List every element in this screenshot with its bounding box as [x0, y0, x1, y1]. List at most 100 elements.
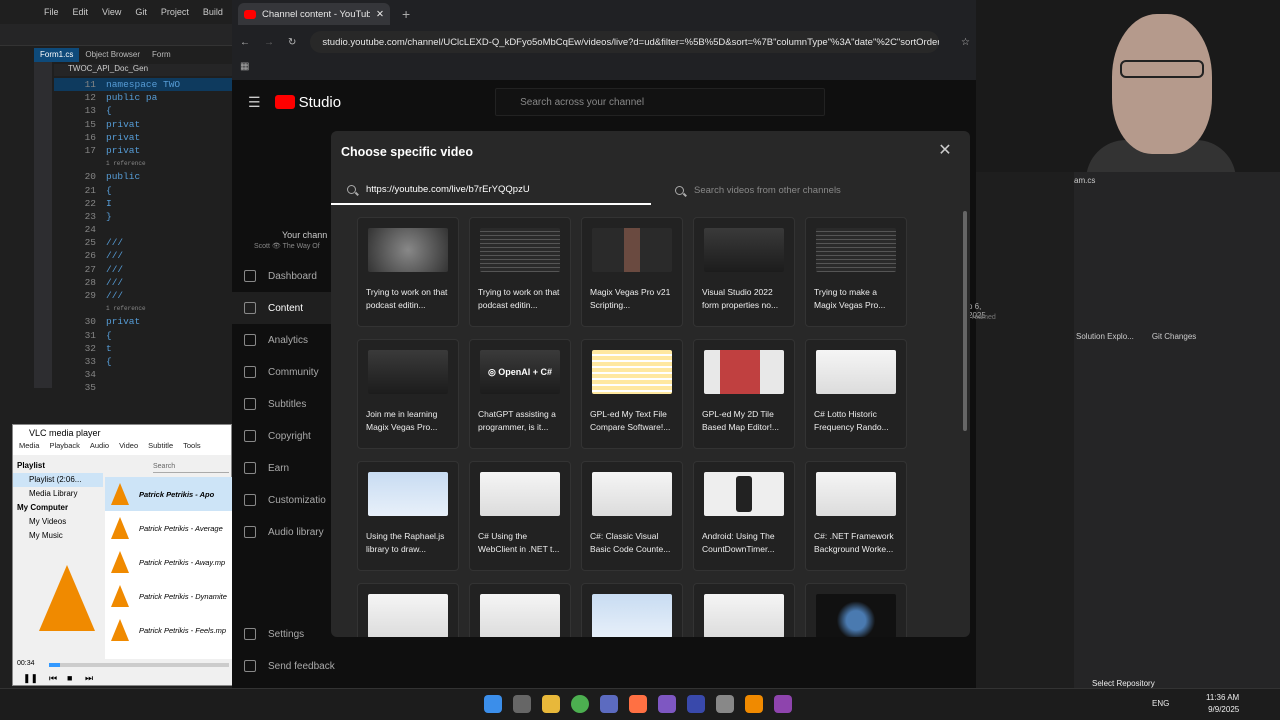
- vlc-track[interactable]: Patrick Petrikis - Average: [105, 511, 233, 545]
- vlc-track[interactable]: Patrick Petrikis - Away.mp: [105, 545, 233, 579]
- vegas-icon[interactable]: [658, 695, 676, 713]
- vlc-icon[interactable]: [745, 695, 763, 713]
- code-line[interactable]: 12 public pa: [54, 91, 232, 104]
- vlc-playlist[interactable]: Patrick Petrikis - Apo Patrick Petrikis -…: [105, 477, 233, 677]
- apps-grid-icon[interactable]: ▦: [240, 61, 249, 72]
- close-icon[interactable]: ✕: [937, 143, 953, 159]
- play-pause-icon[interactable]: ❚❚: [23, 673, 38, 684]
- video-card[interactable]: Android: Using The CountDownTimer...: [693, 461, 795, 571]
- studio-logo[interactable]: Studio: [274, 94, 341, 111]
- tab-object-browser[interactable]: Object Browser: [79, 48, 146, 62]
- vlc-track[interactable]: Patrick Petrikis - Feels.mp: [105, 613, 233, 647]
- chrome-icon[interactable]: [571, 695, 589, 713]
- code-line[interactable]: 21 {: [54, 184, 232, 197]
- video-card[interactable]: GPL-ed My Text File Compare Software!...: [581, 339, 683, 449]
- windows-start-icon[interactable]: [484, 695, 502, 713]
- video-card[interactable]: Trying to work on that podcast editin...: [469, 217, 571, 327]
- code-line[interactable]: 1 reference: [54, 157, 232, 170]
- code-line[interactable]: 16 privat: [54, 131, 232, 144]
- code-line[interactable]: 11 namespace TWO: [54, 78, 232, 92]
- vlc-my-music[interactable]: My Music: [13, 529, 103, 543]
- vs-menu-item[interactable]: Git: [135, 7, 147, 17]
- code-line[interactable]: 33 {: [54, 355, 232, 368]
- vlc-track[interactable]: Patrick Petrikis - Apo: [105, 477, 233, 511]
- vs-file-tab[interactable]: am.cs: [1074, 176, 1095, 185]
- video-card[interactable]: ◎ OpenAI + C# ChatGPT assisting a program…: [469, 339, 571, 449]
- video-card[interactable]: Magix Vegas Pro v21 Scripting...: [581, 217, 683, 327]
- forward-icon[interactable]: →: [264, 37, 274, 48]
- address-bar[interactable]: studio.youtube.com/channel/UClcLEXD-Q_kD…: [310, 31, 940, 53]
- tab-form[interactable]: Form: [146, 48, 177, 62]
- video-card[interactable]: [357, 583, 459, 637]
- nav-settings[interactable]: Settings: [232, 618, 342, 650]
- other-channels-search-field[interactable]: Search videos from other channels: [661, 175, 970, 205]
- chrome-tab-active[interactable]: Channel content - YouTube Stu ✕: [238, 3, 390, 25]
- studio-search-input[interactable]: Search across your channel: [495, 88, 826, 116]
- code-line[interactable]: 32 t: [54, 342, 232, 355]
- nav-send-feedback[interactable]: Send feedback: [232, 650, 342, 682]
- vs-menu-item[interactable]: Build: [203, 7, 223, 17]
- video-card[interactable]: Trying to work on that podcast editin...: [357, 217, 459, 327]
- previous-icon[interactable]: ⏮: [49, 673, 57, 684]
- code-line[interactable]: 35: [54, 381, 232, 394]
- video-card[interactable]: C#: .NET Framework Background Worke...: [805, 461, 907, 571]
- back-icon[interactable]: ←: [240, 37, 250, 48]
- nav-item[interactable]: Audio library: [232, 516, 342, 548]
- code-line[interactable]: 34: [54, 368, 232, 381]
- video-card[interactable]: GPL-ed My 2D Tile Based Map Editor!...: [693, 339, 795, 449]
- video-card[interactable]: C# Lotto Historic Frequency Rando...: [805, 339, 907, 449]
- vlc-menu-playback[interactable]: Playback: [49, 441, 79, 455]
- video-card[interactable]: Using the Raphael.js library to draw...: [357, 461, 459, 571]
- code-line[interactable]: 17 privat: [54, 144, 232, 157]
- code-line[interactable]: 26 ///: [54, 249, 232, 262]
- code-line[interactable]: 20 public: [54, 170, 232, 183]
- next-icon[interactable]: ⏭: [85, 673, 93, 684]
- code-line[interactable]: 15 privat: [54, 118, 232, 131]
- tab-git-changes[interactable]: Git Changes: [1152, 332, 1196, 346]
- video-card[interactable]: [693, 583, 795, 637]
- code-line[interactable]: 13 {: [54, 104, 232, 117]
- video-card[interactable]: Join me in learning Magix Vegas Pro...: [357, 339, 459, 449]
- vs-menu-item[interactable]: View: [102, 7, 121, 17]
- vlc-search-input[interactable]: Search: [153, 463, 229, 473]
- nav-item[interactable]: Community: [232, 356, 342, 388]
- vs-menu-item[interactable]: Project: [161, 7, 189, 17]
- vlc-menu-video[interactable]: Video: [119, 441, 138, 455]
- vegas-pro-icon[interactable]: [687, 695, 705, 713]
- app-icon[interactable]: [716, 695, 734, 713]
- vlc-menu-media[interactable]: Media: [19, 441, 39, 455]
- nav-item[interactable]: Earn: [232, 452, 342, 484]
- vs-menu-item[interactable]: Edit: [73, 7, 89, 17]
- reload-icon[interactable]: ↻: [288, 37, 296, 48]
- video-card[interactable]: [581, 583, 683, 637]
- vlc-track[interactable]: Patrick Petrikis - Dynamite: [105, 579, 233, 613]
- vlc-playlist-item[interactable]: Playlist (2:06...: [13, 473, 103, 487]
- code-editor[interactable]: 11 namespace TWO 12 public pa 13 {15 privat…: [54, 78, 232, 416]
- nav-item[interactable]: Copyright: [232, 420, 342, 452]
- code-line[interactable]: 29 ///: [54, 289, 232, 302]
- new-tab-icon[interactable]: +: [402, 6, 410, 22]
- nav-item[interactable]: Content: [232, 292, 342, 324]
- vlc-my-videos[interactable]: My Videos: [13, 515, 103, 529]
- code-line[interactable]: 28 ///: [54, 276, 232, 289]
- close-tab-icon[interactable]: ✕: [376, 9, 384, 20]
- hamburger-icon[interactable]: ☰: [248, 94, 261, 111]
- code-line[interactable]: 30 privat: [54, 315, 232, 328]
- firefox-icon[interactable]: [629, 695, 647, 713]
- code-line[interactable]: 22 I: [54, 197, 232, 210]
- visual-studio-icon[interactable]: [774, 695, 792, 713]
- nav-item[interactable]: Customizatio: [232, 484, 342, 516]
- dialog-scrollbar[interactable]: [963, 211, 967, 431]
- tab-solution-explorer[interactable]: Solution Explo...: [1076, 332, 1134, 346]
- code-line[interactable]: 27 ///: [54, 263, 232, 276]
- nav-item[interactable]: Analytics: [232, 324, 342, 356]
- tab-form1[interactable]: Form1.cs: [34, 48, 80, 62]
- vlc-menu-subtitle[interactable]: Subtitle: [148, 441, 173, 455]
- code-line[interactable]: 24: [54, 223, 232, 236]
- language-indicator[interactable]: ENG: [1152, 699, 1169, 708]
- code-line[interactable]: 23 }: [54, 210, 232, 223]
- select-repository[interactable]: Select Repository: [1092, 679, 1155, 688]
- video-card[interactable]: Visual Studio 2022 form properties no...: [693, 217, 795, 327]
- nav-item[interactable]: Subtitles: [232, 388, 342, 420]
- stop-icon[interactable]: ■: [67, 673, 72, 683]
